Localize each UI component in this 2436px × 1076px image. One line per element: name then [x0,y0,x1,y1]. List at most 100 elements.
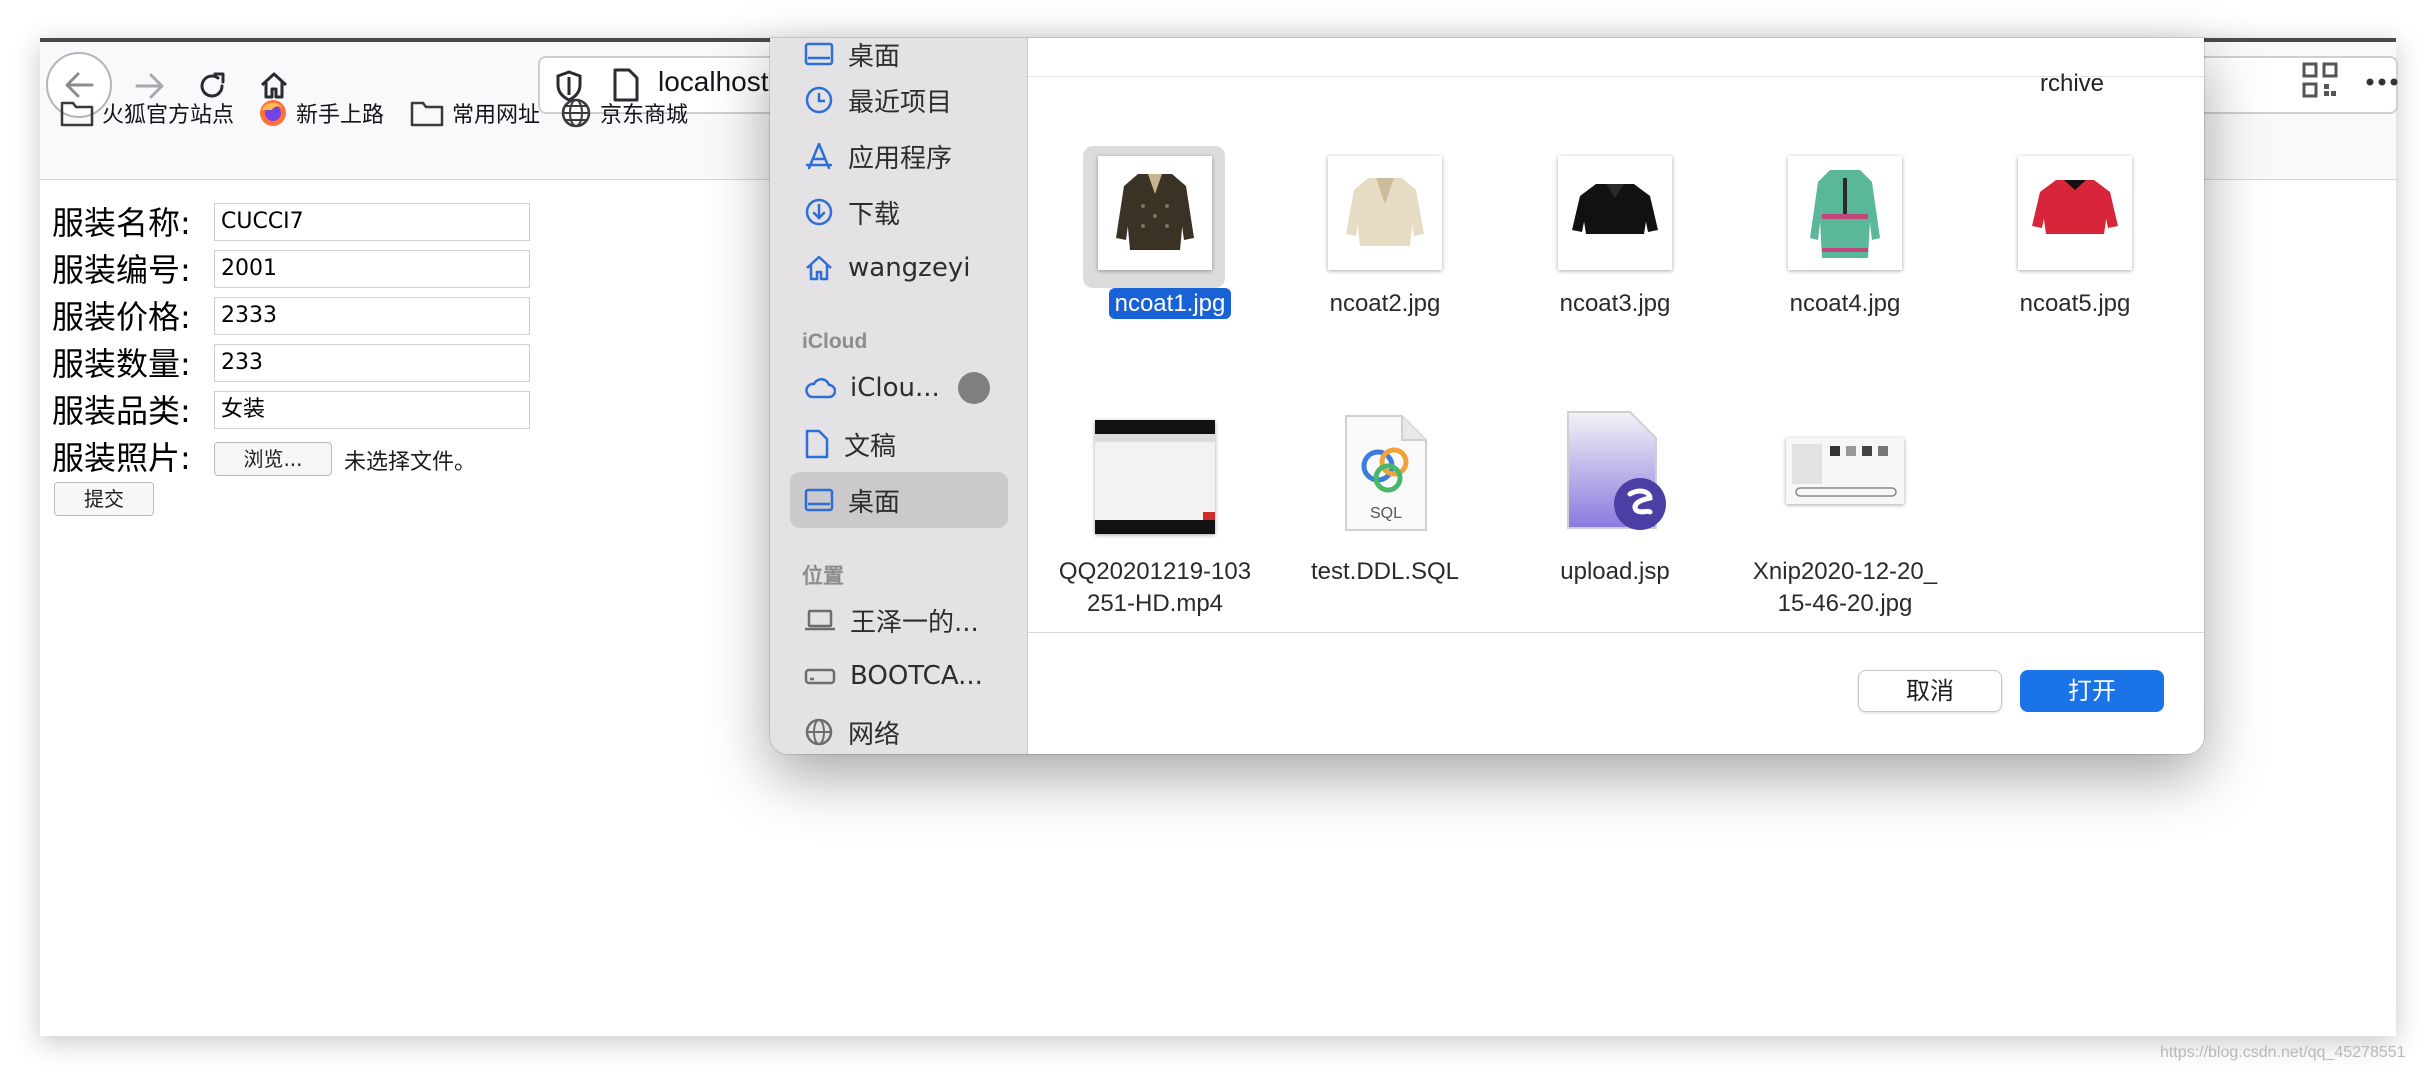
sidebar-item-bootcamp[interactable]: BOOTCA... [790,648,1008,704]
archive-file-label[interactable]: rchive [2040,70,2104,98]
bookmark-label: 新手上路 [296,103,385,128]
file-name[interactable]: ncoat3.jpg [1510,288,1720,320]
bookmark-label: 火狐官方站点 [102,103,235,128]
sidebar-item-recents[interactable]: 最近项目 [790,72,1008,128]
code-input[interactable]: 2001 [214,250,530,288]
firefox-icon [260,100,286,126]
sidebar-item-label: 文稿 [844,431,897,462]
photo-label: 服装照片: [52,439,191,477]
home-icon [806,255,832,281]
sidebar-item-label: 应用程序 [848,143,953,174]
document-icon [805,429,829,459]
sidebar-item-icloud-desktop[interactable]: 桌面 [790,472,1008,528]
icloud-heading: iCloud [802,330,868,353]
quantity-input[interactable]: 233 [214,344,530,382]
file-jsp[interactable] [1510,410,1720,540]
download-icon [805,198,833,226]
browse-file-button[interactable]: 浏览... [214,442,332,476]
file-ncoat2[interactable] [1280,156,1490,286]
locations-heading: 位置 [802,565,844,588]
file-sql[interactable]: SQL [1280,414,1490,544]
price-input[interactable]: 2333 [214,297,530,335]
category-input[interactable]: 女装 [214,391,530,429]
bookmark-jd-mall[interactable]: 京东商城 [560,94,688,132]
bookmark-label: 京东商城 [600,103,689,128]
file-name[interactable]: test.DDL.SQL [1280,556,1490,588]
file-name-text: ncoat1.jpg [1108,288,1232,319]
icloud-progress-icon [958,372,990,404]
laptop-icon [805,609,835,631]
sidebar-item-label: 下载 [848,199,901,230]
submit-button[interactable]: 提交 [54,482,154,516]
sidebar-item-network[interactable]: 网络 [790,704,1008,754]
file-ncoat1[interactable] [1050,156,1260,286]
drive-icon [804,668,836,685]
sidebar-item-label: wangzeyi [848,253,971,283]
qr-code-icon [2302,62,2338,98]
sidebar-item-documents[interactable]: 文稿 [790,416,1008,472]
bookmark-label: 常用网址 [452,103,541,128]
sql-badge-text: SQL [1370,505,1402,522]
sidebar-item-label: 最近项目 [848,87,953,118]
file-video[interactable] [1050,420,1260,540]
quantity-label: 服装数量: [52,345,191,383]
more-menu-button[interactable] [2362,62,2402,102]
name-input[interactable]: CUCCI7 [214,203,530,241]
file-ncoat3[interactable] [1510,156,1720,286]
sidebar-item-label: iClou... [850,373,940,403]
file-name[interactable]: Xnip2020-12-20_ 15-46-20.jpg [1740,556,1950,620]
sql-file-icon: SQL [1345,415,1427,531]
file-name[interactable]: ncoat4.jpg [1740,288,1950,320]
file-name[interactable]: QQ20201219-103 251-HD.mp4 [1050,556,1260,620]
sidebar-item-computer[interactable]: 王泽一的... [790,592,1008,648]
code-label: 服装编号: [52,251,191,289]
open-button[interactable]: 打开 [2020,670,2164,712]
watermark: https://blog.csdn.net/qq_45278551 [2160,1044,2406,1061]
file-name[interactable]: ncoat5.jpg [1970,288,2180,320]
sidebar-item-label: 王泽一的... [850,607,979,638]
file-ncoat4[interactable] [1740,156,1950,286]
sidebar-item-home[interactable]: wangzeyi [790,240,1008,296]
coat-thumbnail [1328,156,1442,270]
file-name[interactable]: upload.jsp [1510,556,1720,588]
sidebar-item-label: 桌面 [848,487,901,518]
sidebar-item-applications[interactable]: 应用程序 [790,128,1008,184]
coat-thumbnail [1558,156,1672,270]
content-divider [1028,76,2204,77]
no-file-text: 未选择文件。 [344,450,477,475]
file-open-dialog: 桌面 最近项目 应用程序 下载 wangzeyi iCloud iClou...… [770,38,2204,754]
screenshot-thumbnail [1786,438,1904,504]
category-label: 服装品类: [52,392,191,430]
coat-thumbnail [1098,156,1212,270]
desktop-icon [804,488,834,512]
bookmark-getting-started[interactable]: 新手上路 [258,94,384,132]
cloud-icon [805,378,836,399]
folder-icon [60,101,94,127]
clock-icon [805,86,833,114]
jsp-file-icon [1567,411,1666,530]
network-icon [805,718,833,746]
sidebar-item-label: 桌面 [848,41,901,72]
folder-icon [410,101,444,127]
name-label: 服装名称: [52,204,191,242]
bookmark-firefox-official[interactable]: 火狐官方站点 [60,94,234,132]
desktop-icon [804,42,834,66]
globe-icon [561,98,591,128]
bookmark-common-sites[interactable]: 常用网址 [410,94,540,132]
cancel-button[interactable]: 取消 [1858,670,2002,712]
coat-thumbnail [1788,156,1902,270]
sidebar-item-downloads[interactable]: 下载 [790,184,1008,240]
file-name[interactable]: ncoat2.jpg [1280,288,1490,320]
coat-thumbnail [2018,156,2132,270]
dialog-sidebar: 桌面 最近项目 应用程序 下载 wangzeyi iCloud iClou...… [770,38,1028,754]
qr-code-button[interactable] [2302,62,2342,102]
sidebar-item-label: 网络 [848,719,901,750]
file-ncoat5[interactable] [1970,156,2180,286]
file-screenshot[interactable] [1740,438,1950,538]
sidebar-item-label: BOOTCA... [850,661,983,691]
video-thumbnail [1095,420,1215,534]
apps-icon [805,142,833,170]
price-label: 服装价格: [52,298,191,336]
more-dots-icon [2366,78,2398,86]
file-name[interactable]: ncoat1.jpg [1065,288,1275,320]
